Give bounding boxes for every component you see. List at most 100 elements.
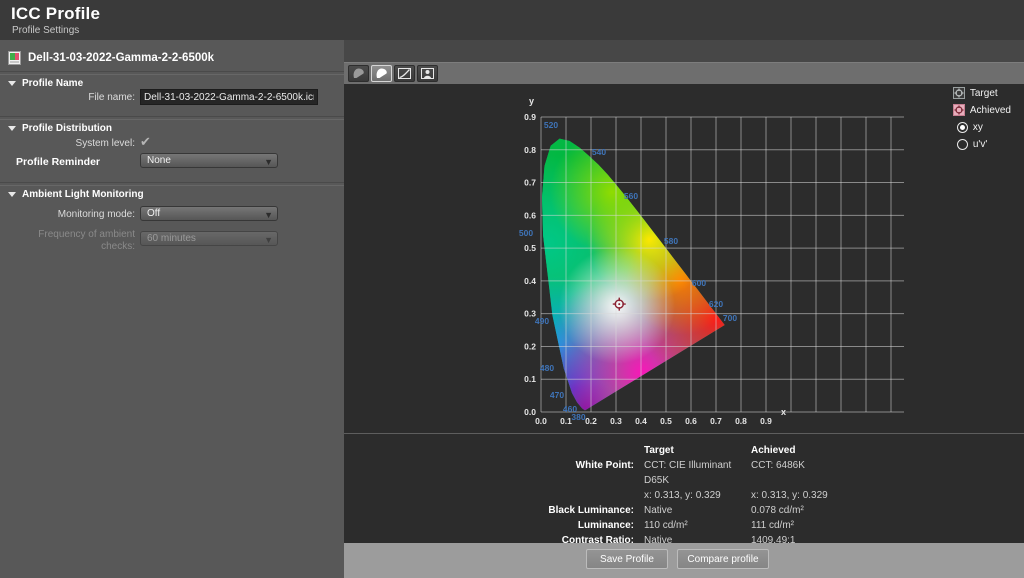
collapse-triangle-icon bbox=[8, 192, 16, 197]
file-name-input[interactable] bbox=[140, 89, 318, 105]
svg-text:0.4: 0.4 bbox=[635, 416, 647, 426]
tone-curve-icon[interactable] bbox=[394, 65, 415, 82]
dropdown-value: 60 minutes bbox=[147, 233, 196, 244]
target-value: Target bbox=[644, 443, 741, 458]
gamut-outline-icon[interactable] bbox=[348, 65, 369, 82]
section-title: Profile Name bbox=[22, 78, 83, 89]
chevron-down-icon: ▼ bbox=[264, 210, 273, 220]
svg-text:0.0: 0.0 bbox=[535, 416, 547, 426]
achieved-value: 111 cd/m² bbox=[751, 518, 1024, 533]
radio-row-uv: u'v' bbox=[957, 137, 1011, 151]
dropdown-value: Off bbox=[147, 208, 160, 219]
svg-text:0.2: 0.2 bbox=[524, 341, 536, 351]
svg-text:560: 560 bbox=[624, 191, 638, 201]
save-profile-button[interactable]: Save Profile bbox=[586, 549, 668, 569]
row-label bbox=[344, 443, 634, 458]
svg-text:y: y bbox=[529, 96, 534, 106]
achieved-marker-icon bbox=[953, 104, 965, 116]
spectral-locus-fill bbox=[422, 84, 791, 433]
system-level-checkbox[interactable]: ✔ bbox=[140, 135, 151, 148]
profile-title-row: Dell-31-03-2022-Gamma-2-2-6500k bbox=[8, 50, 214, 66]
test-image-icon[interactable] bbox=[417, 65, 438, 82]
legend-achieved: Achieved bbox=[953, 103, 1011, 117]
row-label: Luminance: bbox=[344, 518, 634, 533]
svg-text:0.8: 0.8 bbox=[524, 145, 536, 155]
svg-text:520: 520 bbox=[544, 120, 558, 130]
achieved-value: CCT: 6486K bbox=[751, 458, 1024, 488]
svg-text:0.7: 0.7 bbox=[524, 178, 536, 188]
results-section: Target AchievedWhite Point:CCT: CIE Illum… bbox=[344, 433, 1024, 543]
svg-text:580: 580 bbox=[664, 236, 678, 246]
uv-radio-label: u'v' bbox=[973, 139, 987, 150]
svg-text:0.5: 0.5 bbox=[524, 243, 536, 253]
results-table: Target AchievedWhite Point:CCT: CIE Illum… bbox=[344, 434, 1024, 548]
profile-title: Dell-31-03-2022-Gamma-2-2-6500k bbox=[28, 52, 214, 64]
profile-reminder-dropdown[interactable]: None ▼ bbox=[140, 153, 278, 168]
svg-text:470: 470 bbox=[550, 390, 564, 400]
svg-text:0.2: 0.2 bbox=[585, 416, 597, 426]
svg-text:480: 480 bbox=[540, 363, 554, 373]
results-row: White Point:CCT: CIE Illuminant D65KCCT:… bbox=[344, 458, 1024, 488]
svg-text:0.0: 0.0 bbox=[524, 407, 536, 417]
svg-text:0.4: 0.4 bbox=[524, 276, 536, 286]
cie-diagram: 0.0 0.1 0.2 0.3 0.4 0.5 0.6 0.7 0.8 0.9 0.0 0.1 0.2 0… bbox=[344, 84, 1024, 433]
page-title: ICC Profile bbox=[11, 4, 100, 24]
svg-text:700: 700 bbox=[723, 313, 737, 323]
row-label: White Point: bbox=[344, 458, 634, 488]
xy-radio-label: xy bbox=[973, 122, 983, 133]
svg-text:0.7: 0.7 bbox=[710, 416, 722, 426]
svg-text:540: 540 bbox=[592, 147, 606, 157]
chevron-down-icon: ▼ bbox=[264, 157, 273, 167]
gamut-filled-icon[interactable] bbox=[371, 65, 392, 82]
svg-text:0.1: 0.1 bbox=[524, 374, 536, 384]
separator bbox=[0, 116, 344, 120]
svg-text:500: 500 bbox=[519, 228, 533, 238]
settings-panel: Dell-31-03-2022-Gamma-2-2-6500k Profile … bbox=[0, 40, 344, 578]
uv-radio[interactable] bbox=[957, 139, 968, 150]
svg-text:0.9: 0.9 bbox=[760, 416, 772, 426]
separator bbox=[0, 182, 344, 186]
achieved-value: x: 0.313, y: 0.329 bbox=[751, 488, 1024, 503]
svg-text:620: 620 bbox=[709, 299, 723, 309]
frequency-label: Frequency of ambient checks: bbox=[0, 229, 135, 253]
collapse-triangle-icon bbox=[8, 81, 16, 86]
section-profile-name[interactable]: Profile Name bbox=[8, 78, 83, 89]
section-profile-distribution[interactable]: Profile Distribution bbox=[8, 123, 112, 134]
target-value: Native bbox=[644, 503, 741, 518]
chevron-down-icon: ▼ bbox=[264, 235, 273, 245]
chart-panel: 0.0 0.1 0.2 0.3 0.4 0.5 0.6 0.7 0.8 0.9 0.0 0.1 0.2 0… bbox=[344, 40, 1024, 578]
row-label bbox=[344, 488, 634, 503]
page-subtitle: Profile Settings bbox=[12, 25, 79, 36]
achieved-value: Achieved bbox=[751, 443, 1024, 458]
svg-text:0.8: 0.8 bbox=[735, 416, 747, 426]
compare-profile-button[interactable]: Compare profile bbox=[677, 549, 769, 569]
svg-text:0.6: 0.6 bbox=[524, 210, 536, 220]
achieved-value: 0.078 cd/m² bbox=[751, 503, 1024, 518]
separator bbox=[0, 71, 344, 75]
chromaticity-chart: 0.0 0.1 0.2 0.3 0.4 0.5 0.6 0.7 0.8 0.9 0.0 0.1 0.2 0… bbox=[344, 84, 1024, 433]
profile-reminder-label: Profile Reminder bbox=[16, 156, 100, 168]
svg-text:0.3: 0.3 bbox=[610, 416, 622, 426]
section-ambient-light[interactable]: Ambient Light Monitoring bbox=[8, 189, 144, 200]
results-row: x: 0.313, y: 0.329 x: 0.313, y: 0.329 bbox=[344, 488, 1024, 503]
svg-text:0.1: 0.1 bbox=[560, 416, 572, 426]
svg-text:0.6: 0.6 bbox=[685, 416, 697, 426]
view-toolbar bbox=[344, 62, 1024, 84]
panel-top-strip bbox=[344, 40, 1024, 62]
system-level-label: System level: bbox=[0, 138, 135, 150]
target-marker-icon bbox=[953, 87, 965, 99]
monitoring-mode-dropdown[interactable]: Off ▼ bbox=[140, 206, 278, 221]
results-row: Black Luminance:Native0.078 cd/m² bbox=[344, 503, 1024, 518]
dropdown-value: None bbox=[147, 155, 171, 166]
frequency-dropdown: 60 minutes ▼ bbox=[140, 231, 278, 246]
monitoring-mode-label: Monitoring mode: bbox=[0, 209, 135, 221]
legend-target-label: Target bbox=[970, 88, 998, 99]
radio-row-xy: xy bbox=[957, 120, 1011, 134]
profile-document-icon bbox=[8, 51, 21, 65]
svg-text:380: 380 bbox=[571, 412, 585, 422]
target-value: x: 0.313, y: 0.329 bbox=[644, 488, 741, 503]
collapse-triangle-icon bbox=[8, 126, 16, 131]
xy-radio[interactable] bbox=[957, 122, 968, 133]
page-header: ICC Profile Profile Settings bbox=[0, 0, 1024, 40]
footer-bar: Save Profile Compare profile bbox=[344, 543, 1024, 578]
